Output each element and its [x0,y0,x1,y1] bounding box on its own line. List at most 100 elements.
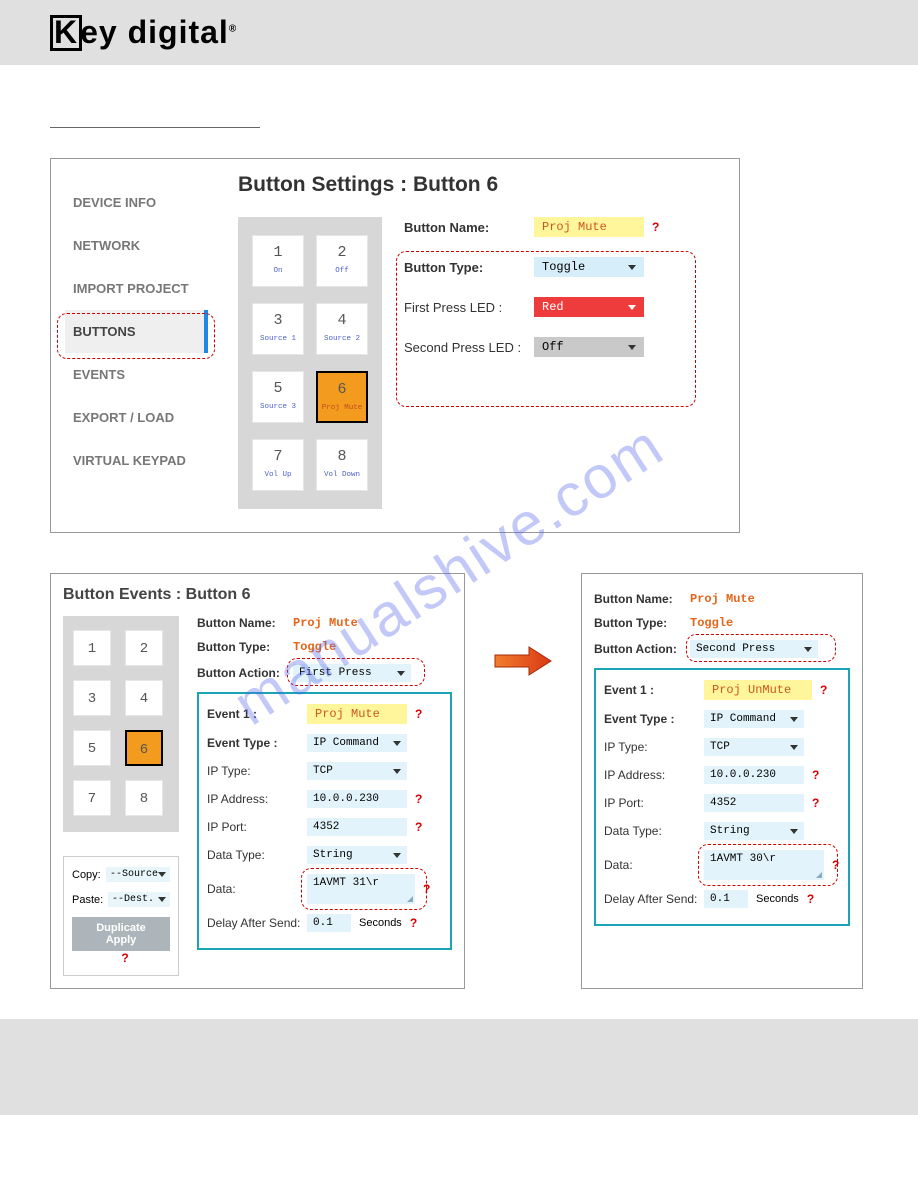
chevron-down-icon [790,745,798,750]
sidebar-item-events[interactable]: EVENTS [65,353,208,396]
keypad-button-1[interactable]: 1On [252,235,304,287]
panel1-title: Button Settings : Button 6 [238,173,717,197]
delay-unit: Seconds [359,917,402,929]
data-textarea[interactable]: 1AVMT 31\r [307,874,415,904]
keypad-button-3[interactable]: 3Source 1 [252,303,304,355]
panel-button-settings: DEVICE INFO NETWORK IMPORT PROJECT BUTTO… [50,158,740,533]
sidebar-item-import-project[interactable]: IMPORT PROJECT [65,267,208,310]
ipaddr-label: IP Address: [207,792,307,806]
delay-label: Delay After Send: [604,892,704,906]
event-box-second: Event 1 :Proj UnMute? Event Type :IP Com… [594,668,850,926]
panel-button-events-second: Button Name:Proj Mute Button Type:Toggle… [581,573,863,989]
ip-address-input[interactable]: 10.0.0.230 [307,790,407,808]
help-icon[interactable]: ? [410,916,417,930]
ip-port-input[interactable]: 4352 [307,818,407,836]
iptype-label: IP Type: [604,740,704,754]
help-icon[interactable]: ? [121,951,128,965]
chevron-down-icon [804,647,812,652]
mini-key-8[interactable]: 8 [125,780,163,816]
help-icon[interactable]: ? [415,707,422,721]
baction-label: Button Action: [594,642,690,656]
second-press-led-select[interactable]: Off [534,337,644,357]
btype-value: Toggle [293,640,336,654]
mini-key-3[interactable]: 3 [73,680,111,716]
panel1-content: Button Settings : Button 6 1On 2Off 3Sou… [216,159,739,532]
help-icon[interactable]: ? [820,683,827,697]
paste-select[interactable]: --Dest. [108,892,170,907]
keypad-button-5[interactable]: 5Source 3 [252,371,304,423]
ipport-label: IP Port: [207,820,307,834]
help-icon[interactable]: ? [415,792,422,806]
baction-label: Button Action: [197,666,293,680]
bname-value: Proj Mute [690,592,755,606]
delay-input[interactable]: 0.1 [704,890,748,908]
chevron-down-icon [790,829,798,834]
iptype-label: IP Type: [207,764,307,778]
keypad-button-8[interactable]: 8Vol Down [316,439,368,491]
mini-key-7[interactable]: 7 [73,780,111,816]
right-column-first: Button Name:Proj Mute Button Type:Toggle… [197,616,452,976]
event-type-select[interactable]: IP Command [704,710,804,728]
keypad-button-7[interactable]: 7Vol Up [252,439,304,491]
copy-select[interactable]: --Source [106,867,170,882]
help-icon[interactable]: ? [415,820,422,834]
bname-label: Button Name: [594,592,690,606]
sidebar-item-device-info[interactable]: DEVICE INFO [65,181,208,224]
ip-port-input[interactable]: 4352 [704,794,804,812]
sidebar-item-buttons[interactable]: BUTTONS [65,310,208,353]
data-label: Data: [207,882,307,896]
event1-name-input[interactable]: Proj Mute [307,704,407,724]
help-icon[interactable]: ? [423,882,430,896]
logo: Key digital® [50,14,237,51]
chevron-down-icon [790,717,798,722]
chevron-down-icon [158,872,166,877]
help-icon[interactable]: ? [652,220,659,234]
event1-name-input[interactable]: Proj UnMute [704,680,812,700]
mini-key-6[interactable]: 6 [125,730,163,766]
sidebar: DEVICE INFO NETWORK IMPORT PROJECT BUTTO… [51,159,216,532]
button-type-select[interactable]: Toggle [534,257,644,277]
paste-label: Paste: [72,894,103,906]
help-icon[interactable]: ? [812,796,819,810]
mini-key-1[interactable]: 1 [73,630,111,666]
button-name-input[interactable]: Proj Mute [534,217,644,237]
e1-label: Event 1 : [207,707,307,721]
keypad-button-4[interactable]: 4Source 2 [316,303,368,355]
data-type-select[interactable]: String [704,822,804,840]
button-action-select[interactable]: First Press [293,664,411,682]
sidebar-item-network[interactable]: NETWORK [65,224,208,267]
settings-column: Button Name: Proj Mute ? Button Type: To… [404,217,694,509]
help-icon[interactable]: ? [832,858,839,872]
ip-type-select[interactable]: TCP [307,762,407,780]
mini-key-5[interactable]: 5 [73,730,111,766]
delay-input[interactable]: 0.1 [307,914,351,932]
button-action-select[interactable]: Second Press [690,640,818,658]
copy-label: Copy: [72,869,101,881]
arrow-icon [493,643,553,679]
delay-label: Delay After Send: [207,916,307,930]
footer-bar [0,1019,918,1115]
mini-key-4[interactable]: 4 [125,680,163,716]
first-press-led-select[interactable]: Red [534,297,644,317]
data-type-select[interactable]: String [307,846,407,864]
button-type-label: Button Type: [404,260,534,275]
etype-label: Event Type : [604,712,704,726]
btype-value: Toggle [690,616,733,630]
event-type-select[interactable]: IP Command [307,734,407,752]
help-icon[interactable]: ? [812,768,819,782]
data-textarea[interactable]: 1AVMT 30\r [704,850,824,880]
chevron-down-icon [393,853,401,858]
mini-key-2[interactable]: 2 [125,630,163,666]
ip-type-select[interactable]: TCP [704,738,804,756]
help-icon[interactable]: ? [807,892,814,906]
delay-unit: Seconds [756,893,799,905]
ip-address-input[interactable]: 10.0.0.230 [704,766,804,784]
sidebar-item-export-load[interactable]: EXPORT / LOAD [65,396,208,439]
keypad-button-2[interactable]: 2Off [316,235,368,287]
btype-label: Button Type: [197,640,293,654]
btype-label: Button Type: [594,616,690,630]
sidebar-item-virtual-keypad[interactable]: VIRTUAL KEYPAD [65,439,208,482]
chevron-down-icon [393,769,401,774]
keypad-button-6[interactable]: 6Proj Mute [316,371,368,423]
duplicate-apply-button[interactable]: Duplicate Apply [72,917,170,951]
